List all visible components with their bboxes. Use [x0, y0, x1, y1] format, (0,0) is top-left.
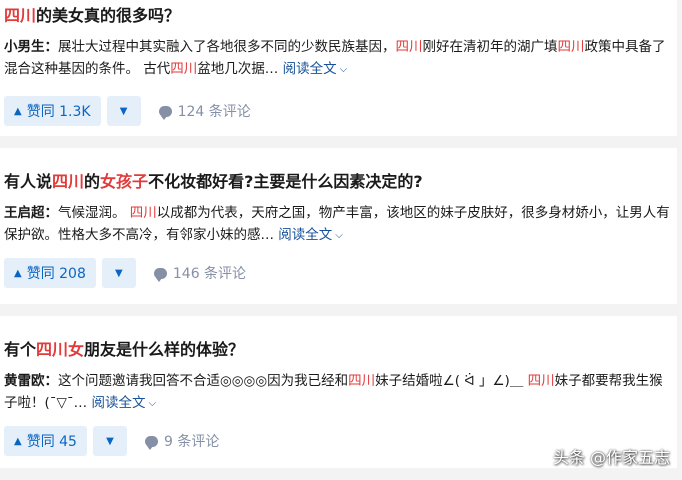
chevron-down-icon: ⌵ [335, 230, 343, 241]
comment-bubble-icon [144, 435, 158, 450]
answer-excerpt[interactable]: 小男生：展壮大过程中其实融入了各地很多不同的少数民族基因，四川刚好在清初年的湖广… [4, 36, 673, 80]
author-name[interactable]: 小男生： [4, 39, 58, 55]
triangle-up-icon: ▲ [14, 267, 22, 279]
answer-card-1: 四川的美女真的很多吗？ 小男生：展壮大过程中其实融入了各地很多不同的少数民族基因… [0, 0, 677, 136]
triangle-down-icon: ▼ [115, 267, 123, 279]
chevron-down-icon: ⌵ [148, 398, 157, 409]
comment-button[interactable]: 9 条评论 [144, 431, 219, 451]
question-title[interactable]: 有个四川女朋友是什么样的体验？ [4, 316, 673, 362]
downvote-button[interactable]: ▼ [106, 96, 141, 126]
author-name[interactable]: 黄雷欧： [4, 373, 58, 389]
comment-bubble-icon [153, 267, 167, 282]
comment-button[interactable]: 124 条评论 [158, 101, 251, 121]
downvote-button[interactable]: ▼ [92, 426, 127, 456]
answer-excerpt[interactable]: 黄雷欧：这个问题邀请我回答不合适◎◎◎◎因为我已经和四川妹子结婚啦∠( ᐛ 」∠… [4, 370, 673, 414]
upvote-button[interactable]: ▲ 赞同 1.3K [4, 96, 101, 126]
question-title[interactable]: 有人说四川的女孩子不化妆都好看?主要是什么因素决定的? [4, 148, 673, 194]
comment-bubble-icon [158, 105, 172, 120]
author-name[interactable]: 王启超： [4, 205, 58, 221]
answer-excerpt[interactable]: 王启超：气候湿润。 四川以成都为代表，天府之国，物产丰富，该地区的妹子皮肤好，很… [4, 202, 673, 246]
triangle-down-icon: ▼ [106, 435, 114, 447]
read-more-link[interactable]: 阅读全文 ⌵ [283, 61, 348, 77]
answer-card-2: 有人说四川的女孩子不化妆都好看?主要是什么因素决定的? 王启超：气候湿润。 四川… [0, 148, 677, 304]
comment-button[interactable]: 146 条评论 [153, 263, 246, 283]
read-more-link[interactable]: 阅读全文 ⌵ [91, 395, 156, 411]
triangle-up-icon: ▲ [14, 435, 22, 447]
upvote-button[interactable]: ▲ 赞同 45 [4, 426, 87, 456]
watermark: 头条 @作家五志 [552, 448, 670, 467]
triangle-up-icon: ▲ [14, 105, 22, 117]
action-bar: ▲ 赞同 208 ▼ 146 条评论 [4, 258, 673, 288]
triangle-down-icon: ▼ [119, 105, 128, 117]
question-title[interactable]: 四川的美女真的很多吗？ [4, 0, 673, 28]
chevron-down-icon: ⌵ [339, 64, 348, 75]
action-bar: ▲ 赞同 1.3K ▼ 124 条评论 [4, 96, 673, 126]
downvote-button[interactable]: ▼ [101, 258, 136, 288]
read-more-link[interactable]: 阅读全文 ⌵ [278, 227, 343, 243]
upvote-button[interactable]: ▲ 赞同 208 [4, 258, 96, 288]
